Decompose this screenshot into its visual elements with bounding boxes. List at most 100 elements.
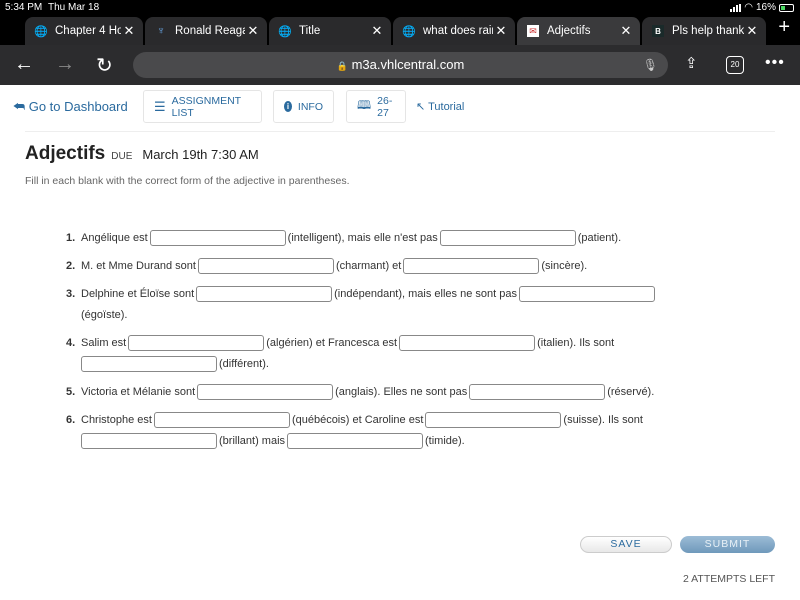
tab-bar: 🌐 Chapter 4 Hom ✕ ♆ Ronald Reagan ✕ 🌐 Ti… bbox=[0, 15, 800, 45]
reload-icon[interactable]: ↻ bbox=[96, 53, 113, 78]
question-4-cont: (différent). bbox=[79, 356, 269, 372]
vhl-icon: ✉ bbox=[527, 25, 539, 37]
question-number: 1. bbox=[66, 232, 76, 244]
forward-icon[interactable]: → bbox=[55, 53, 75, 76]
browser-tab[interactable]: ♆ Ronald Reagan ✕ bbox=[145, 17, 267, 45]
wifi-icon: ◠ bbox=[744, 2, 753, 13]
page-title: Adjectifs bbox=[25, 143, 106, 164]
close-tab-icon[interactable]: ✕ bbox=[121, 23, 137, 39]
answer-input[interactable] bbox=[197, 258, 334, 274]
question-1: 1. Angélique est (intelligent), mais ell… bbox=[66, 230, 621, 246]
question-text: (égoïste). bbox=[81, 309, 128, 321]
info-button[interactable]: i INFO bbox=[273, 90, 334, 123]
question-text: (italien). Ils sont bbox=[537, 337, 615, 349]
browser-tab[interactable]: 🌐 Title ✕ bbox=[269, 17, 391, 45]
status-date: Thu Mar 18 bbox=[48, 2, 100, 13]
go-to-dashboard-link[interactable]: ⮪ Go to Dashboard bbox=[13, 99, 128, 115]
new-tab-icon[interactable]: + bbox=[778, 16, 790, 39]
status-bar: 5:34 PM Thu Mar 18 ◠ 16% bbox=[0, 0, 800, 15]
dashboard-label: Go to Dashboard bbox=[28, 99, 128, 114]
close-tab-icon[interactable]: ✕ bbox=[744, 23, 760, 39]
answer-input[interactable] bbox=[81, 433, 217, 449]
question-3: 3. Delphine et Éloïse sont (indépendant)… bbox=[66, 286, 657, 302]
more-icon[interactable]: ••• bbox=[765, 54, 785, 72]
arrow-up-left-icon: ↖ bbox=[416, 101, 426, 113]
browser-tab[interactable]: 🌐 Chapter 4 Hom ✕ bbox=[25, 17, 143, 45]
answer-input[interactable] bbox=[399, 335, 536, 351]
question-text: (timide). bbox=[425, 435, 465, 447]
answer-input[interactable] bbox=[153, 412, 290, 428]
lock-icon: 🔒 bbox=[336, 61, 348, 71]
question-text: (réservé). bbox=[607, 386, 655, 398]
url-field[interactable]: 🔒 m3a.vhlcentral.com 🎙 bbox=[133, 52, 668, 78]
share-icon[interactable]: ⇪ bbox=[685, 54, 698, 72]
tab-title: Ronald Reagan bbox=[175, 25, 245, 37]
close-tab-icon[interactable]: ✕ bbox=[245, 23, 261, 39]
browser-tab-active[interactable]: ✉ Adjectifs ✕ bbox=[517, 17, 640, 45]
url-text: m3a.vhlcentral.com bbox=[351, 57, 465, 72]
tab-title: Title bbox=[299, 25, 321, 37]
textbook-pages-button[interactable]: 🕮 26-27 bbox=[346, 90, 406, 123]
question-number: 3. bbox=[66, 288, 76, 300]
question-2: 2. M. et Mme Durand sont (charmant) et (… bbox=[66, 258, 587, 274]
assignment-nav: ⮪ Go to Dashboard ☰ ASSIGNMENT LIST i IN… bbox=[0, 85, 800, 130]
question-3-cont: (égoïste). bbox=[81, 309, 127, 321]
question-text: (différent). bbox=[219, 358, 269, 370]
answer-input[interactable] bbox=[469, 384, 606, 400]
tab-title: Pls help thank y bbox=[672, 25, 744, 37]
question-6-cont: (brillant) mais (timide). bbox=[79, 433, 465, 449]
question-text: Christophe est bbox=[81, 414, 152, 426]
answer-input[interactable] bbox=[196, 286, 333, 302]
reply-arrow-icon: ⮪ bbox=[13, 99, 26, 114]
question-text: Victoria et Mélanie sont bbox=[81, 386, 196, 398]
question-text: (charmant) et bbox=[335, 260, 402, 272]
question-number: 5. bbox=[66, 386, 76, 398]
mic-icon[interactable]: 🎙 bbox=[643, 52, 658, 78]
question-6: 6. Christophe est (québécois) et Carolin… bbox=[66, 412, 643, 428]
question-text: (québécois) et Caroline est bbox=[291, 414, 424, 426]
save-button[interactable]: SAVE bbox=[580, 536, 672, 553]
browser-tab[interactable]: B Pls help thank y ✕ bbox=[642, 17, 766, 45]
close-tab-icon[interactable]: ✕ bbox=[618, 23, 634, 39]
status-right: ◠ 16% bbox=[730, 2, 794, 13]
status-time: 5:34 PM bbox=[5, 2, 43, 13]
tab-count-button[interactable]: 20 bbox=[726, 56, 744, 74]
address-bar: ← → ↻ 🔒 m3a.vhlcentral.com 🎙 ⇪ 20 ••• bbox=[0, 45, 800, 85]
browser-tab[interactable]: 🌐 what does rain ✕ bbox=[393, 17, 515, 45]
battery-percent: 16% bbox=[755, 2, 776, 13]
answer-input[interactable] bbox=[403, 258, 540, 274]
answer-input[interactable] bbox=[149, 230, 286, 246]
back-icon[interactable]: ← bbox=[14, 53, 34, 76]
question-text: (anglais). Elles ne sont pas bbox=[335, 386, 468, 398]
answer-input[interactable] bbox=[439, 230, 576, 246]
brainly-icon: B bbox=[652, 25, 664, 37]
answer-input[interactable] bbox=[128, 335, 265, 351]
assignment-header: Adjectifs DUE March 19th 7:30 AM bbox=[25, 143, 259, 165]
submit-button[interactable]: SUBMIT bbox=[680, 536, 775, 553]
answer-input[interactable] bbox=[518, 286, 655, 302]
globe-icon: 🌐 bbox=[34, 25, 48, 38]
pages-label: 26-27 bbox=[377, 94, 393, 119]
tutorial-link[interactable]: ↖ Tutorial bbox=[416, 100, 464, 113]
answer-input[interactable] bbox=[197, 384, 334, 400]
close-tab-icon[interactable]: ✕ bbox=[369, 23, 385, 39]
attempts-left: 2 ATTEMPTS LEFT bbox=[683, 573, 775, 585]
site-icon: ♆ bbox=[156, 25, 166, 37]
answer-input[interactable] bbox=[81, 356, 217, 372]
battery-icon bbox=[779, 3, 794, 12]
assignment-list-button[interactable]: ☰ ASSIGNMENT LIST bbox=[143, 90, 262, 123]
tab-title: what does rain bbox=[423, 25, 493, 37]
question-text: (algérien) et Francesca est bbox=[266, 337, 398, 349]
question-number: 2. bbox=[66, 260, 76, 272]
signal-icon bbox=[730, 3, 742, 12]
answer-input[interactable] bbox=[287, 433, 424, 449]
answer-input[interactable] bbox=[425, 412, 562, 428]
tab-title: Adjectifs bbox=[547, 25, 591, 37]
close-tab-icon[interactable]: ✕ bbox=[493, 23, 509, 39]
info-label: INFO bbox=[297, 100, 323, 113]
book-icon: 🕮 bbox=[357, 98, 372, 112]
question-text: (intelligent), mais elle n'est pas bbox=[287, 232, 438, 244]
due-date: March 19th 7:30 AM bbox=[142, 147, 259, 162]
question-text: Angélique est bbox=[81, 232, 148, 244]
instructions: Fill in each blank with the correct form… bbox=[25, 175, 350, 187]
